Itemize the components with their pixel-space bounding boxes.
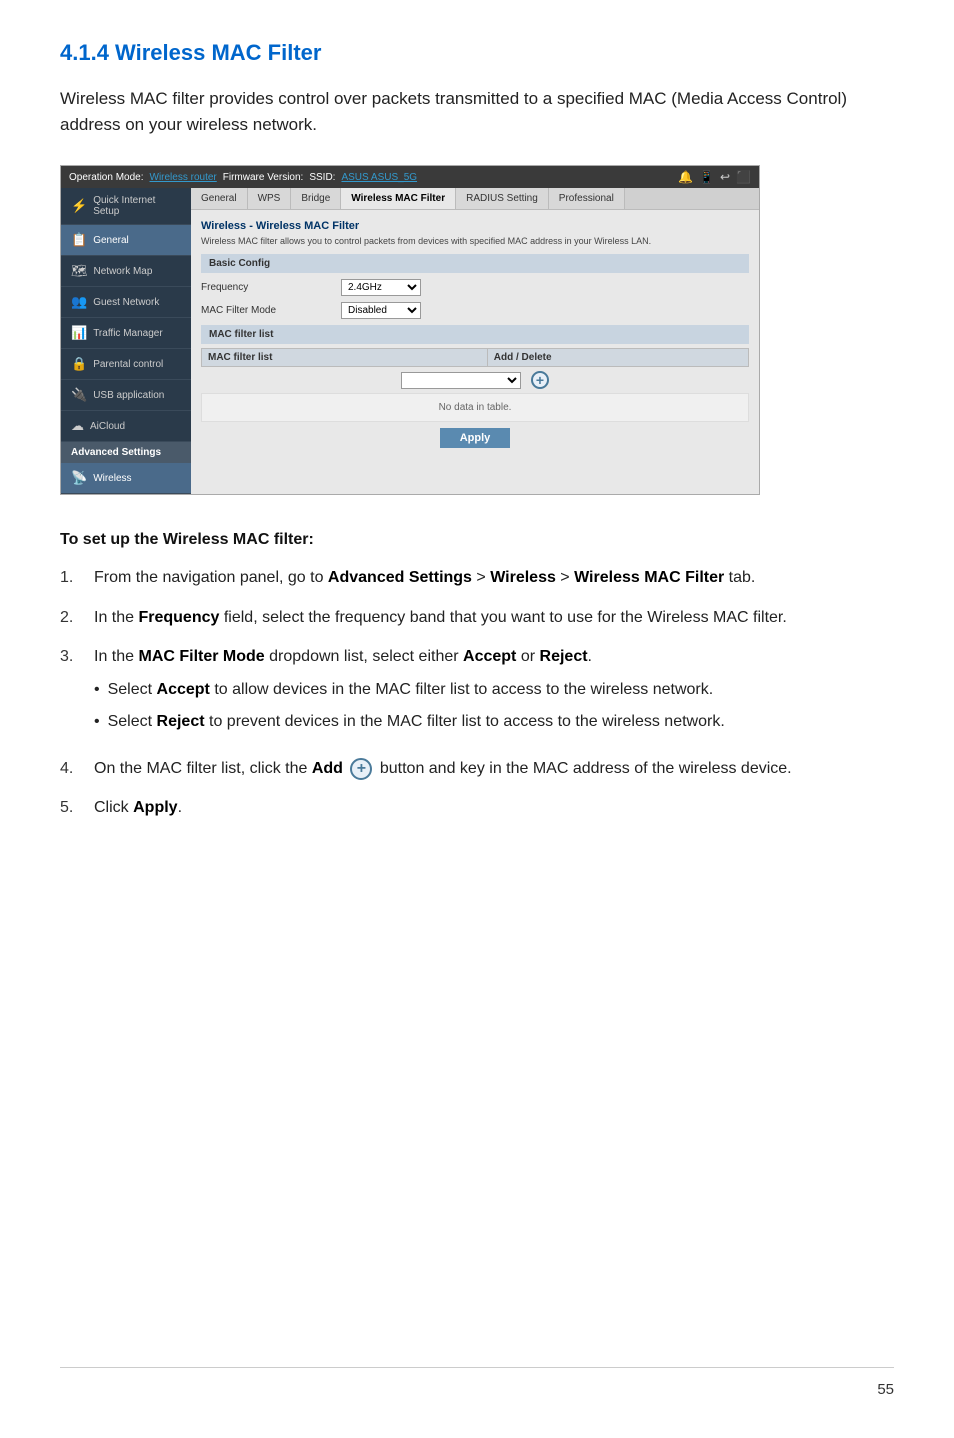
- topbar-icon-2: 📱: [699, 170, 714, 184]
- no-data-text: No data in table.: [201, 393, 749, 422]
- router-ui-screenshot: Operation Mode: Wireless router Firmware…: [60, 165, 760, 495]
- topbar-left: Operation Mode: Wireless router Firmware…: [69, 172, 417, 183]
- frequency-select[interactable]: 2.4GHz 5GHz: [341, 279, 421, 296]
- mac-filter-mode-row: MAC Filter Mode Disabled Accept Reject: [201, 302, 749, 319]
- instruction-step-2: 2. In the Frequency field, select the fr…: [60, 605, 894, 631]
- sidebar-item-aicloud[interactable]: ☁ AiCloud: [61, 411, 191, 442]
- instruction-step-1: 1. From the navigation panel, go to Adva…: [60, 565, 894, 591]
- mac-entry-select[interactable]: [401, 372, 521, 389]
- tab-radius-setting[interactable]: RADIUS Setting: [456, 188, 549, 209]
- step-5-content: Click Apply.: [94, 795, 894, 821]
- wireless-icon: 📡: [71, 470, 87, 486]
- sidebar-label-general: General: [93, 235, 129, 246]
- router-main: General WPS Bridge Wireless MAC Filter R…: [191, 188, 759, 494]
- sidebar-item-traffic-manager[interactable]: 📊 Traffic Manager: [61, 318, 191, 349]
- intro-paragraph: Wireless MAC filter provides control ove…: [60, 86, 894, 137]
- page-number: 55: [877, 1381, 894, 1398]
- mac-filter-table: MAC filter list Add / Delete: [201, 348, 749, 367]
- usb-application-icon: 🔌: [71, 387, 87, 403]
- mac-filter-list-section: MAC filter list: [201, 325, 749, 344]
- traffic-manager-icon: 📊: [71, 325, 87, 341]
- frequency-label: Frequency: [201, 282, 341, 293]
- step-3-sub-2: Select Reject to prevent devices in the …: [94, 710, 894, 734]
- instructions-section: To set up the Wireless MAC filter: 1. Fr…: [60, 531, 894, 821]
- sidebar-item-general[interactable]: 📋 General: [61, 225, 191, 256]
- router-body: ⚡ Quick Internet Setup 📋 General 🗺 Netwo…: [61, 188, 759, 494]
- frequency-row: Frequency 2.4GHz 5GHz: [201, 279, 749, 296]
- general-icon: 📋: [71, 232, 87, 248]
- network-map-icon: 🗺: [71, 263, 88, 279]
- tab-professional[interactable]: Professional: [549, 188, 625, 209]
- instruction-step-4: 4. On the MAC filter list, click the Add…: [60, 756, 894, 782]
- step-4-content: On the MAC filter list, click the Add + …: [94, 756, 894, 782]
- wireless-mac-filter-section-title: Wireless - Wireless MAC Filter: [201, 220, 749, 232]
- instructions-list: 1. From the navigation panel, go to Adva…: [60, 565, 894, 821]
- sidebar-label-usb-application: USB application: [93, 390, 164, 401]
- firmware-label: Firmware Version:: [223, 172, 304, 183]
- ssid-values: ASUS ASUS_5G: [341, 172, 417, 183]
- bottom-rule: [60, 1367, 894, 1368]
- step-3-num: 3.: [60, 644, 84, 742]
- step-3-sublist: Select Accept to allow devices in the MA…: [94, 678, 894, 734]
- step-3-sub-1: Select Accept to allow devices in the MA…: [94, 678, 894, 702]
- instruction-step-3: 3. In the MAC Filter Mode dropdown list,…: [60, 644, 894, 742]
- router-tabs: General WPS Bridge Wireless MAC Filter R…: [191, 188, 759, 210]
- step-2-content: In the Frequency field, select the frequ…: [94, 605, 894, 631]
- parental-control-icon: 🔒: [71, 356, 87, 372]
- instructions-title: To set up the Wireless MAC filter:: [60, 531, 894, 549]
- router-sidebar: ⚡ Quick Internet Setup 📋 General 🗺 Netwo…: [61, 188, 191, 494]
- sidebar-label-traffic-manager: Traffic Manager: [93, 328, 162, 339]
- instruction-step-5: 5. Click Apply.: [60, 795, 894, 821]
- step-4-num: 4.: [60, 756, 84, 782]
- sidebar-label-network-map: Network Map: [94, 266, 153, 277]
- step-3-content: In the MAC Filter Mode dropdown list, se…: [94, 644, 894, 742]
- operation-mode-label: Operation Mode:: [69, 172, 144, 183]
- router-content-area: Wireless - Wireless MAC Filter Wireless …: [191, 210, 759, 464]
- basic-config-label: Basic Config: [201, 254, 749, 273]
- sidebar-item-wireless[interactable]: 📡 Wireless: [61, 463, 191, 494]
- step-3-sub-1-text: Select Accept to allow devices in the MA…: [108, 678, 714, 702]
- sidebar-label-guest-network: Guest Network: [93, 297, 159, 308]
- step-5-num: 5.: [60, 795, 84, 821]
- sidebar-advanced-settings-section: Advanced Settings: [61, 442, 191, 463]
- sidebar-label-wireless: Wireless: [93, 473, 131, 484]
- operation-mode-value: Wireless router: [150, 172, 217, 183]
- ssid-label-text: SSID:: [309, 172, 335, 183]
- add-mac-button[interactable]: +: [531, 371, 549, 389]
- sidebar-label-parental-control: Parental control: [93, 359, 163, 370]
- inline-add-icon: +: [350, 758, 372, 780]
- guest-network-icon: 👥: [71, 294, 87, 310]
- apply-button[interactable]: Apply: [440, 428, 511, 448]
- add-delete-col: Add / Delete: [487, 349, 748, 367]
- mac-filter-list-col: MAC filter list: [202, 349, 488, 367]
- aicloud-icon: ☁: [71, 418, 84, 434]
- sidebar-label-quick-internet: Quick Internet Setup: [93, 195, 181, 217]
- router-topbar: Operation Mode: Wireless router Firmware…: [61, 166, 759, 188]
- topbar-icon-3: ↩: [720, 170, 730, 184]
- step-3-sub-2-text: Select Reject to prevent devices in the …: [108, 710, 725, 734]
- sidebar-item-quick-internet[interactable]: ⚡ Quick Internet Setup: [61, 188, 191, 225]
- tab-bridge[interactable]: Bridge: [291, 188, 341, 209]
- wireless-mac-filter-section-desc: Wireless MAC filter allows you to contro…: [201, 236, 749, 246]
- step-1-content: From the navigation panel, go to Advance…: [94, 565, 894, 591]
- mac-row-controls: +: [201, 371, 749, 389]
- mac-filter-mode-label: MAC Filter Mode: [201, 305, 341, 316]
- topbar-icon-4: ⬛: [736, 170, 751, 184]
- topbar-icons: 🔔 📱 ↩ ⬛: [678, 170, 751, 184]
- sidebar-label-aicloud: AiCloud: [90, 421, 125, 432]
- sidebar-item-network-map[interactable]: 🗺 Network Map: [61, 256, 191, 287]
- quick-internet-icon: ⚡: [71, 198, 87, 214]
- sidebar-item-parental-control[interactable]: 🔒 Parental control: [61, 349, 191, 380]
- tab-wireless-mac-filter[interactable]: Wireless MAC Filter: [341, 188, 456, 209]
- step-1-num: 1.: [60, 565, 84, 591]
- step-2-num: 2.: [60, 605, 84, 631]
- mac-filter-mode-select[interactable]: Disabled Accept Reject: [341, 302, 421, 319]
- sidebar-item-guest-network[interactable]: 👥 Guest Network: [61, 287, 191, 318]
- page-title: 4.1.4 Wireless MAC Filter: [60, 40, 894, 66]
- tab-wps[interactable]: WPS: [248, 188, 292, 209]
- tab-general[interactable]: General: [191, 188, 248, 209]
- sidebar-item-usb-application[interactable]: 🔌 USB application: [61, 380, 191, 411]
- topbar-icon-1: 🔔: [678, 170, 693, 184]
